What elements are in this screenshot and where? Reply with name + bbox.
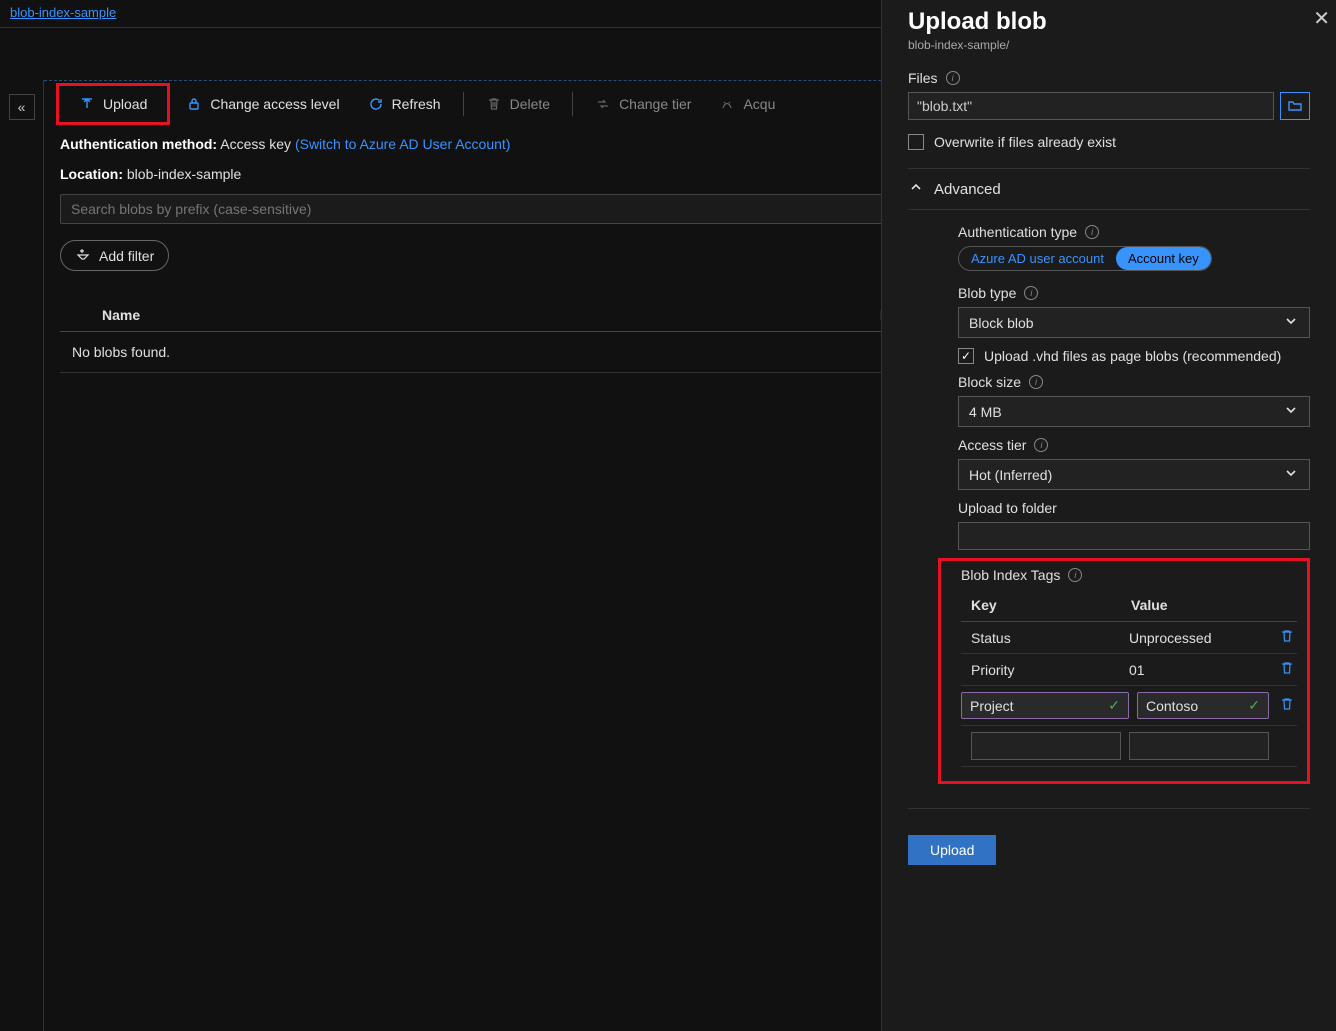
refresh-label: Refresh: [392, 96, 441, 112]
tag-value[interactable]: Unprocessed: [1129, 630, 1269, 646]
collapse-sidebar-button[interactable]: «: [9, 94, 35, 120]
files-label: Files: [908, 70, 938, 86]
browse-files-button[interactable]: [1280, 92, 1310, 120]
info-icon[interactable]: i: [1085, 225, 1099, 239]
refresh-button[interactable]: Refresh: [356, 90, 453, 118]
trash-icon: [486, 96, 502, 112]
blob-type-value: Block blob: [969, 315, 1034, 331]
delete-button[interactable]: Delete: [474, 90, 562, 118]
info-icon[interactable]: i: [1029, 375, 1043, 389]
auth-method-label: Authentication method:: [60, 136, 217, 152]
upload-button[interactable]: Upload: [67, 90, 159, 118]
switch-auth-link[interactable]: (Switch to Azure AD User Account): [295, 136, 511, 152]
location-label: Location:: [60, 166, 123, 182]
trash-icon: [1279, 696, 1295, 712]
upload-label: Upload: [103, 96, 147, 112]
overwrite-label: Overwrite if files already exist: [934, 134, 1116, 150]
blob-type-select[interactable]: Block blob: [958, 307, 1310, 338]
auth-type-label: Authentication type: [958, 224, 1077, 240]
chevron-down-icon: [1283, 313, 1299, 332]
location-value: blob-index-sample: [127, 166, 241, 182]
tag-row: Status Unprocessed: [961, 622, 1297, 654]
tag-key[interactable]: Priority: [961, 662, 1121, 678]
change-tier-icon: [595, 96, 611, 112]
refresh-icon: [368, 96, 384, 112]
advanced-label: Advanced: [934, 181, 1001, 198]
tags-col-value: Value: [1131, 597, 1168, 613]
delete-label: Delete: [510, 96, 550, 112]
auth-azure-ad-option[interactable]: Azure AD user account: [959, 247, 1116, 270]
auth-type-toggle: Azure AD user account Account key: [958, 246, 1212, 271]
block-size-label: Block size: [958, 374, 1021, 390]
tags-col-key: Key: [961, 597, 1131, 613]
acquire-label: Acqu: [743, 96, 775, 112]
col-name[interactable]: Name: [102, 307, 880, 323]
upload-folder-input[interactable]: [958, 522, 1310, 550]
change-access-button[interactable]: Change access level: [174, 90, 351, 118]
auth-method-value: Access key: [220, 136, 291, 152]
access-tier-select[interactable]: Hot (Inferred): [958, 459, 1310, 490]
tag-key-input[interactable]: Project✓: [961, 692, 1129, 719]
vhd-label: Upload .vhd files as page blobs (recomme…: [984, 348, 1281, 364]
delete-tag-button[interactable]: [1277, 660, 1297, 679]
add-filter-icon: [75, 246, 91, 265]
lock-icon: [186, 96, 202, 112]
tag-row: Priority 01: [961, 654, 1297, 686]
chevron-up-icon: [908, 179, 924, 199]
trash-icon: [1279, 660, 1295, 676]
blob-type-label: Blob type: [958, 285, 1016, 301]
add-filter-button[interactable]: Add filter: [60, 240, 169, 271]
auth-account-key-option[interactable]: Account key: [1116, 247, 1211, 270]
files-input[interactable]: [908, 92, 1274, 120]
upload-icon: [79, 96, 95, 112]
check-icon: ✓: [1248, 697, 1260, 714]
upload-button-highlight: Upload: [56, 83, 170, 125]
blob-index-tags-section: Blob Index Tags i Key Value Status Unpro…: [938, 558, 1310, 784]
access-tier-label: Access tier: [958, 437, 1026, 453]
block-size-select[interactable]: 4 MB: [958, 396, 1310, 427]
check-icon: ✓: [1108, 697, 1120, 714]
sidebar-collapse-column: «: [0, 80, 44, 1031]
tag-row-editing: Project✓ Contoso✓: [961, 686, 1297, 726]
submit-upload-button[interactable]: Upload: [908, 835, 996, 865]
toolbar-separator: [463, 92, 464, 116]
tag-key[interactable]: Status: [961, 630, 1121, 646]
info-icon[interactable]: i: [946, 71, 960, 85]
panel-title: Upload blob: [908, 8, 1310, 36]
vhd-checkbox[interactable]: [958, 348, 974, 364]
tag-value[interactable]: 01: [1129, 662, 1269, 678]
toolbar-separator: [572, 92, 573, 116]
upload-folder-label: Upload to folder: [958, 500, 1057, 516]
tag-row-new: [961, 726, 1297, 767]
tag-value-input[interactable]: Contoso✓: [1137, 692, 1269, 719]
acquire-lease-button[interactable]: Acqu: [707, 90, 787, 118]
tag-key-input[interactable]: [971, 732, 1121, 760]
info-icon[interactable]: i: [1024, 286, 1038, 300]
change-tier-button[interactable]: Change tier: [583, 90, 703, 118]
access-tier-value: Hot (Inferred): [969, 467, 1052, 483]
delete-tag-button[interactable]: [1277, 696, 1297, 715]
change-tier-label: Change tier: [619, 96, 691, 112]
chevron-down-icon: [1283, 465, 1299, 484]
add-filter-label: Add filter: [99, 248, 154, 264]
change-access-label: Change access level: [210, 96, 339, 112]
advanced-toggle[interactable]: Advanced: [908, 168, 1310, 210]
block-size-value: 4 MB: [969, 404, 1002, 420]
tag-value-input[interactable]: [1129, 732, 1269, 760]
overwrite-checkbox[interactable]: [908, 134, 924, 150]
info-icon[interactable]: i: [1034, 438, 1048, 452]
close-icon[interactable]: ✕: [1313, 6, 1330, 31]
panel-subtitle: blob-index-sample/: [908, 38, 1310, 52]
lease-icon: [719, 96, 735, 112]
breadcrumb-container-link[interactable]: blob-index-sample: [10, 5, 116, 20]
folder-icon: [1287, 98, 1303, 114]
upload-blob-panel: ✕ Upload blob blob-index-sample/ Files i…: [881, 0, 1336, 1031]
info-icon[interactable]: i: [1068, 568, 1082, 582]
tags-label: Blob Index Tags: [961, 567, 1060, 583]
chevron-down-icon: [1283, 402, 1299, 421]
delete-tag-button[interactable]: [1277, 628, 1297, 647]
trash-icon: [1279, 628, 1295, 644]
